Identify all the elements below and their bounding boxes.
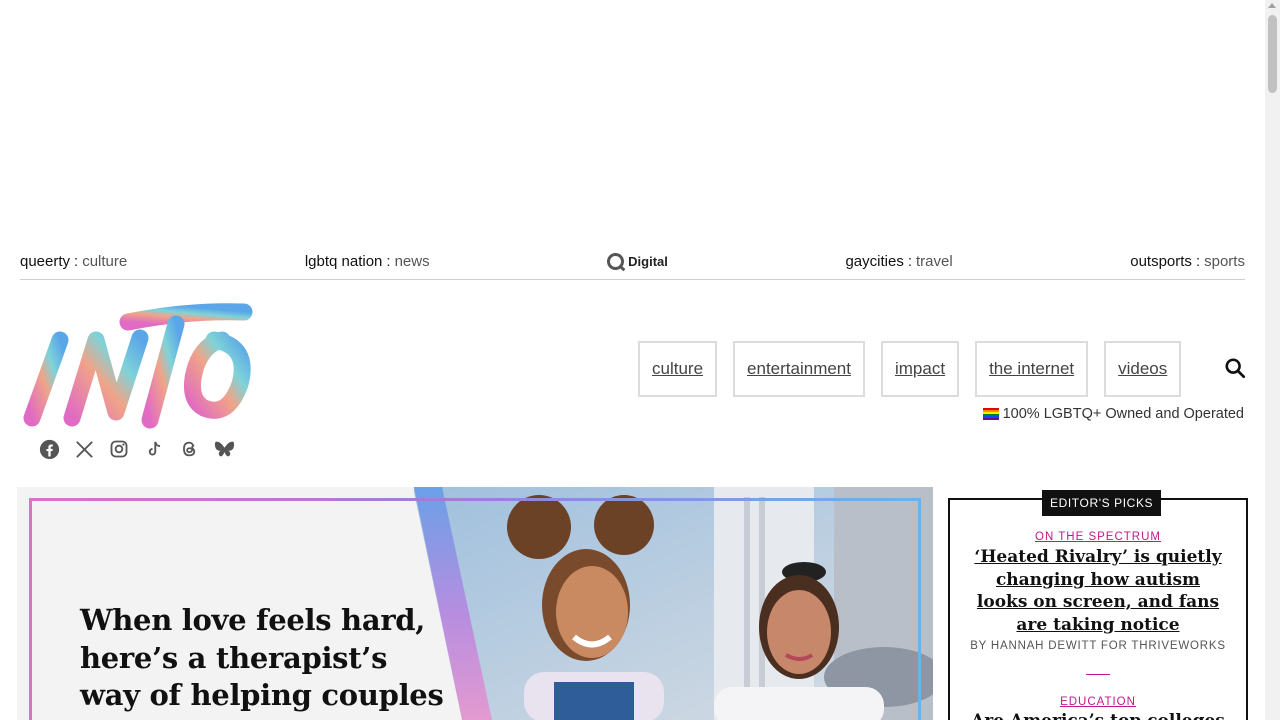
into-logo[interactable] <box>18 300 256 432</box>
main-nav: culture entertainment impact the interne… <box>638 341 1182 397</box>
pick-category[interactable]: EDUCATION <box>950 696 1246 708</box>
tiktok-icon[interactable] <box>143 438 165 460</box>
network-brand: outsports <box>1130 253 1192 270</box>
scroll-up-icon[interactable] <box>1268 3 1276 8</box>
network-topic: news <box>394 253 430 270</box>
network-brand: lgbtq nation <box>304 253 383 270</box>
pick-byline: BY HANNAH DEWITT FOR THRIVEWORKS <box>970 640 1226 652</box>
owned-tagline: 100% LGBTQ+ Owned and Operated <box>982 406 1244 422</box>
bluesky-icon[interactable] <box>213 438 235 460</box>
into-logo-graphic <box>23 303 253 429</box>
pick-headline[interactable]: Are America’s top colleges <box>968 710 1228 720</box>
page-scrollbar[interactable] <box>1265 0 1280 720</box>
hero-photo <box>414 487 933 720</box>
social-links <box>38 438 235 460</box>
hero-title: When love feels hard, here’s a therapist… <box>80 603 444 712</box>
nav-item-videos[interactable]: videos <box>1104 341 1182 397</box>
network-topic: culture <box>82 253 128 270</box>
network-topic: sports <box>1204 253 1245 270</box>
pick-headline[interactable]: ‘Heated Rivalry’ is quietly changing how… <box>968 546 1228 636</box>
pick-category[interactable]: ON THE SPECTRUM <box>950 531 1246 543</box>
network-topic: travel <box>915 253 953 270</box>
scrollbar-thumb[interactable] <box>1268 15 1277 93</box>
qdigital-logo[interactable]: Digital <box>607 253 668 270</box>
editors-picks-label: EDITOR'S PICKS <box>1042 490 1162 516</box>
facebook-icon[interactable] <box>38 438 60 460</box>
qdigital-label: Digital <box>628 254 668 269</box>
editors-picks: EDITOR'S PICKS ON THE SPECTRUM ‘Heated R… <box>948 490 1248 720</box>
threads-icon[interactable] <box>178 438 200 460</box>
nav-item-the-internet[interactable]: the internet <box>975 341 1089 397</box>
q-icon <box>607 253 625 270</box>
hero-article[interactable]: When love feels hard, here’s a therapist… <box>17 487 933 720</box>
network-bar: queerty: culture lgbtq nation: news Digi… <box>20 253 1245 280</box>
nav-item-impact[interactable]: impact <box>880 341 960 397</box>
x-icon[interactable] <box>73 438 95 460</box>
network-brand: queerty <box>20 253 71 270</box>
nav-item-entertainment[interactable]: entertainment <box>733 341 865 397</box>
search-icon[interactable] <box>1224 357 1246 379</box>
nav-item-culture[interactable]: culture <box>638 341 718 397</box>
network-brand: gaycities <box>845 253 904 270</box>
network-link-outsports[interactable]: outsports: sports <box>1130 253 1245 270</box>
instagram-icon[interactable] <box>108 438 130 460</box>
owned-text: 100% LGBTQ+ Owned and Operated <box>1002 406 1244 422</box>
rainbow-flag-icon <box>982 408 999 420</box>
network-link-lgbtq-nation[interactable]: lgbtq nation: news <box>305 253 430 270</box>
network-link-queerty[interactable]: queerty: culture <box>20 253 127 270</box>
pick-divider <box>1086 674 1110 675</box>
network-link-gaycities[interactable]: gaycities: travel <box>845 253 952 270</box>
